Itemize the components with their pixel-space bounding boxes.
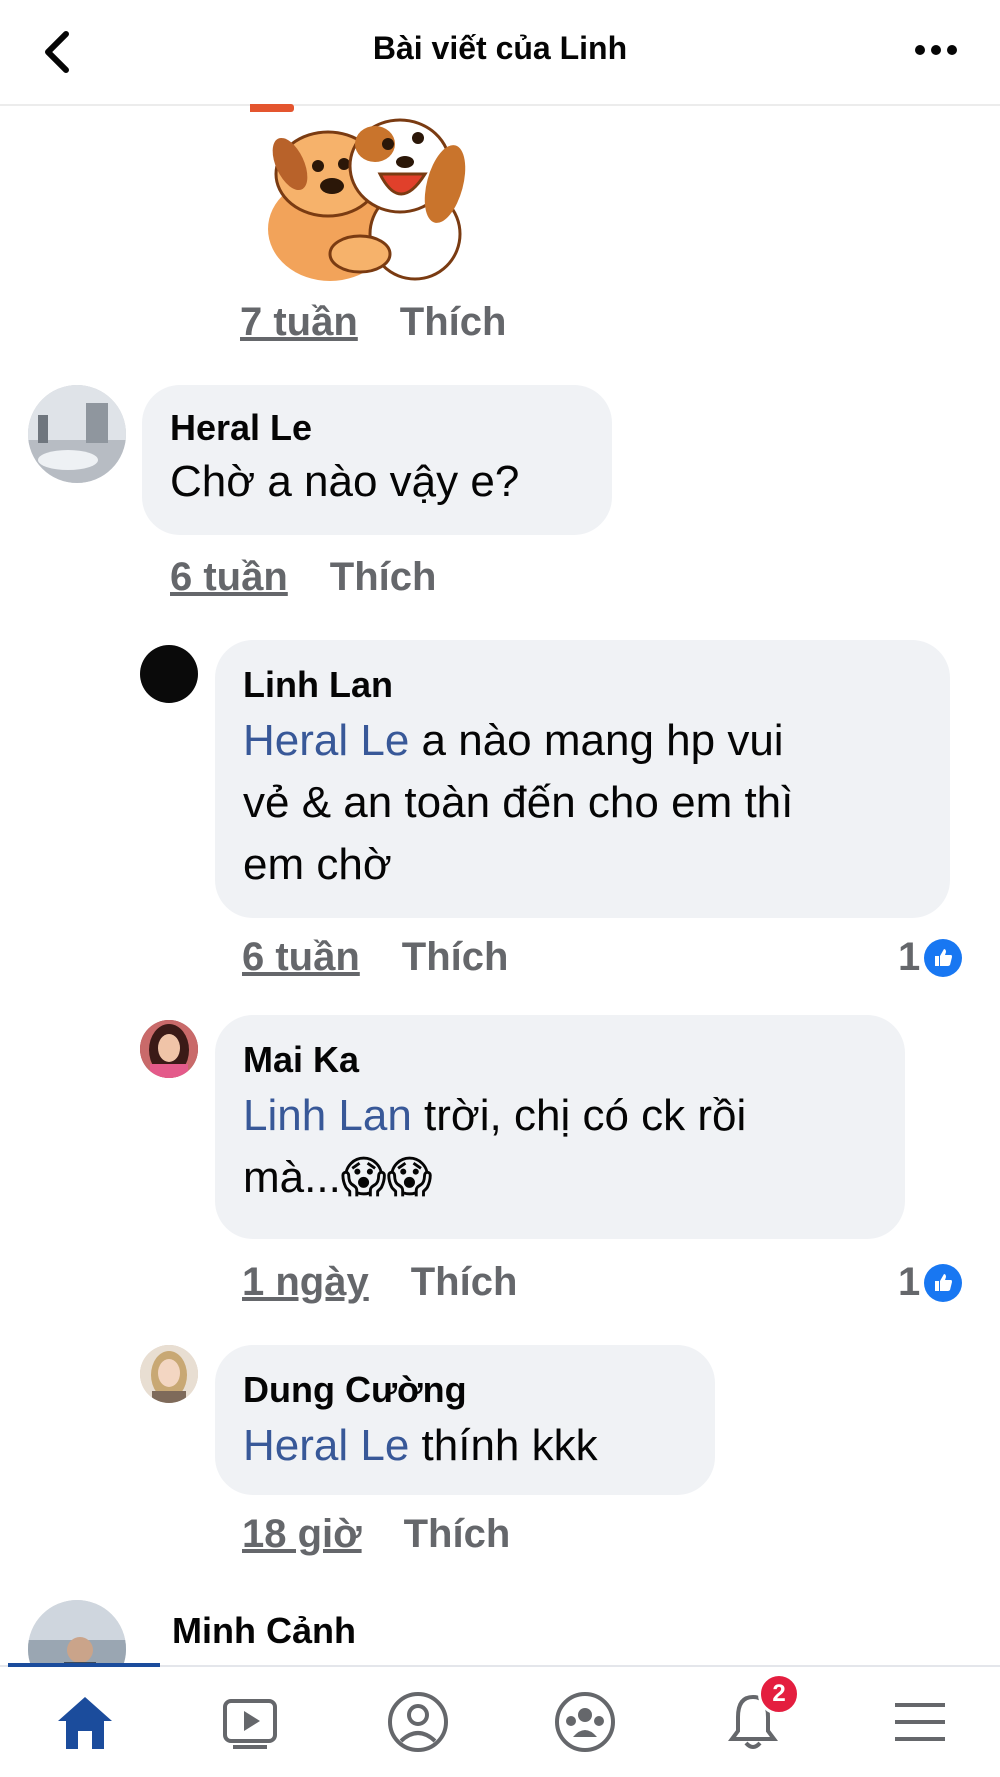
comment-timestamp[interactable]: 7 tuần — [240, 300, 358, 344]
like-button[interactable]: Thích — [404, 1512, 511, 1556]
page-title: Bài viết của Linh — [372, 30, 628, 66]
like-button[interactable]: Thích — [411, 1260, 518, 1304]
nav-menu[interactable] — [885, 1689, 955, 1755]
mention-link[interactable]: Heral Le — [243, 716, 409, 765]
avatar[interactable] — [140, 1345, 198, 1403]
comment-meta: 7 tuần Thích — [240, 300, 506, 345]
notification-badge: 2 — [758, 1673, 800, 1715]
reaction-count-value: 1 — [898, 935, 921, 979]
thumbs-up-icon — [924, 1263, 963, 1302]
comment-timestamp[interactable]: 6 tuần — [242, 935, 360, 979]
comment-text: Heral Le thính kkk — [243, 1421, 598, 1470]
more-options-button[interactable] — [912, 30, 960, 70]
snow-landscape-avatar-icon — [28, 385, 126, 483]
comment-text: Chờ a nào vậy e? — [170, 457, 520, 506]
bottom-navigation: 2 — [0, 1663, 1000, 1777]
home-icon — [58, 1697, 112, 1749]
comment-timestamp[interactable]: 6 tuần — [170, 555, 288, 599]
comment-bubble: Heral Le Chờ a nào vậy e? — [142, 385, 612, 535]
comment-bubble: Mai Ka Linh Lan trời, chị có ck rồi mà..… — [215, 1015, 905, 1239]
comment-author[interactable]: Dung Cường — [243, 1369, 713, 1411]
groups-icon — [555, 1692, 615, 1752]
woman-avatar-icon — [140, 1020, 198, 1078]
nav-profile[interactable] — [383, 1689, 453, 1755]
thumbs-up-icon — [924, 938, 963, 977]
mention-link[interactable]: Heral Le — [243, 1421, 409, 1470]
reaction-count[interactable]: 1 — [898, 935, 963, 980]
comment-meta: 18 giờ Thích — [242, 1512, 510, 1557]
video-icon — [223, 1699, 277, 1749]
like-button[interactable]: Thích — [400, 300, 507, 344]
nav-home[interactable] — [50, 1689, 120, 1755]
comment-text: mà...😱😱 — [243, 1153, 433, 1202]
avatar[interactable] — [28, 385, 126, 483]
comment-author[interactable]: Minh Cảnh — [172, 1610, 356, 1652]
nav-groups[interactable] — [550, 1689, 620, 1755]
active-tab-indicator — [8, 1663, 160, 1667]
dog-sticker-image — [244, 104, 490, 284]
comment-meta: 6 tuần Thích — [170, 555, 436, 600]
reaction-count-value: 1 — [898, 1260, 921, 1304]
comment-bubble: Dung Cường Heral Le thính kkk — [215, 1345, 715, 1495]
more-dots-icon — [915, 45, 957, 55]
comment-author[interactable]: Heral Le — [170, 407, 519, 449]
woman-avatar-icon — [140, 1345, 198, 1403]
avatar[interactable] — [140, 645, 198, 703]
comment-text: Linh Lan trời, chị có ck rồi — [243, 1091, 747, 1140]
comment-timestamp[interactable]: 1 ngày — [242, 1260, 369, 1304]
profile-icon — [388, 1692, 448, 1752]
avatar[interactable] — [140, 1020, 198, 1078]
comment-text: vẻ & an toàn đến cho em thì — [243, 778, 794, 827]
comment-author[interactable]: Mai Ka — [243, 1039, 903, 1081]
comment-text: Heral Le a nào mang hp vui — [243, 716, 784, 765]
comment-author[interactable]: Linh Lan — [243, 664, 943, 706]
like-button[interactable]: Thích — [402, 935, 509, 979]
nav-video[interactable] — [215, 1689, 285, 1755]
comment-bubble: Linh Lan Heral Le a nào mang hp vui vẻ &… — [215, 640, 950, 918]
comment-timestamp[interactable]: 18 giờ — [242, 1512, 362, 1556]
top-bar: Bài viết của Linh — [0, 0, 1000, 106]
like-button[interactable]: Thích — [330, 555, 437, 599]
comment-text: em chờ — [243, 840, 392, 889]
reaction-count[interactable]: 1 — [898, 1260, 963, 1305]
comment-meta: 6 tuần Thích — [242, 935, 508, 980]
menu-icon — [895, 1703, 945, 1741]
mention-link[interactable]: Linh Lan — [243, 1091, 412, 1140]
comment-meta: 1 ngày Thích — [242, 1260, 517, 1305]
